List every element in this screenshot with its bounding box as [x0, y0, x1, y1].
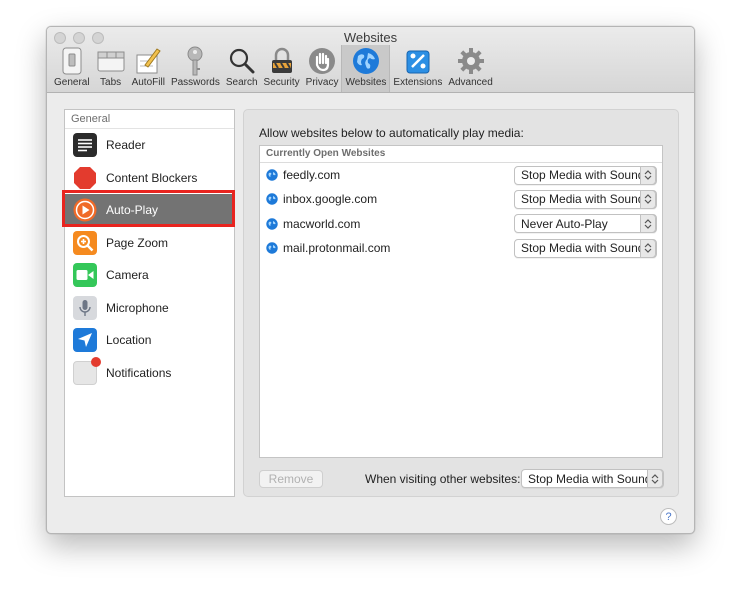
- select-value: Stop Media with Sound: [521, 241, 645, 256]
- site-name: mail.protonmail.com: [283, 241, 391, 256]
- select-value: Stop Media with Sound: [521, 168, 645, 183]
- tabs-icon: [96, 46, 126, 76]
- tab-advanced[interactable]: Advanced: [445, 45, 495, 92]
- camera-icon: [73, 263, 97, 288]
- magnifier-icon: [227, 46, 257, 76]
- table-row[interactable]: feedly.com Stop Media with Sound: [260, 163, 662, 187]
- table-header: Currently Open Websites: [260, 146, 662, 163]
- sidebar-item-label: Content Blockers: [106, 170, 198, 185]
- sidebar-item-notifications[interactable]: Notifications: [65, 356, 234, 390]
- other-websites-select[interactable]: Stop Media with Sound: [521, 469, 664, 488]
- updown-chevron-icon: [640, 165, 656, 185]
- gear-icon: [456, 46, 486, 76]
- play-icon: [73, 198, 97, 222]
- reader-icon: [73, 133, 97, 158]
- zoom-icon: [73, 230, 97, 255]
- select-value: Stop Media with Sound: [528, 471, 652, 486]
- websites-table: Currently Open Websites feedly.com Stop …: [259, 145, 663, 458]
- sidebar-item-label: Page Zoom: [106, 235, 169, 250]
- updown-chevron-icon: [640, 189, 656, 209]
- tab-websites-label: Websites: [345, 77, 387, 88]
- tab-extensions-label: Extensions: [393, 77, 443, 88]
- sidebar-item-label: Camera: [106, 268, 149, 283]
- tab-passwords-label: Passwords: [170, 77, 220, 88]
- globe-icon: [266, 218, 278, 230]
- globe-icon: [266, 169, 278, 181]
- microphone-icon: [73, 295, 97, 320]
- tab-extensions[interactable]: Extensions: [390, 45, 445, 92]
- site-name: macworld.com: [283, 216, 361, 231]
- sidebar-item-location[interactable]: Location: [65, 324, 234, 357]
- title-bar: Websites General Tabs AutoFill Passwords…: [47, 27, 694, 93]
- auto-play-settings-panel: Allow websites below to automatically pl…: [243, 109, 679, 497]
- sidebar-item-auto-play[interactable]: Auto-Play: [65, 194, 234, 227]
- globe-icon: [266, 193, 278, 206]
- updown-chevron-icon: [640, 214, 656, 234]
- panel-description: Allow websites below to automatically pl…: [259, 126, 524, 140]
- site-name: inbox.google.com: [283, 192, 378, 207]
- globe-icon: [351, 46, 381, 76]
- site-autoplay-select[interactable]: Stop Media with Sound: [514, 238, 657, 258]
- notification-icon: [73, 356, 101, 385]
- padlock-icon: [267, 46, 297, 76]
- tab-search[interactable]: Search: [223, 45, 261, 92]
- sidebar-item-content-blockers[interactable]: Content Blockers: [65, 162, 234, 195]
- pencil-form-icon: [133, 46, 163, 76]
- tab-tabs[interactable]: Tabs: [93, 45, 129, 92]
- safari-preferences-window: Websites General Tabs AutoFill Passwords…: [46, 26, 695, 534]
- help-button[interactable]: ?: [660, 508, 677, 525]
- tab-security[interactable]: Security: [261, 45, 303, 92]
- sidebar-item-label: Auto-Play: [106, 203, 159, 218]
- updown-chevron-icon: [640, 238, 656, 258]
- location-arrow-icon: [73, 328, 97, 353]
- updown-chevron-icon: [647, 469, 663, 488]
- preferences-toolbar: General Tabs AutoFill Passwords Search S…: [51, 45, 496, 92]
- tab-privacy[interactable]: Privacy: [303, 45, 342, 92]
- globe-icon: [266, 242, 278, 254]
- tab-search-label: Search: [225, 77, 258, 88]
- sidebar-heading: General: [65, 110, 234, 129]
- puzzle-icon: [403, 46, 433, 76]
- sidebar-item-camera[interactable]: Camera: [65, 259, 234, 292]
- site-autoplay-select[interactable]: Never Auto-Play: [514, 214, 657, 234]
- tab-autofill[interactable]: AutoFill: [129, 45, 168, 92]
- sidebar-item-page-zoom[interactable]: Page Zoom: [65, 227, 234, 260]
- site-name: feedly.com: [283, 168, 341, 183]
- sidebar-item-label: Location: [106, 333, 152, 348]
- tab-advanced-label: Advanced: [448, 77, 493, 88]
- sidebar-item-label: Microphone: [106, 300, 169, 315]
- select-value: Stop Media with Sound: [521, 192, 645, 207]
- general-switch-icon: [57, 46, 87, 76]
- tab-general[interactable]: General: [51, 45, 93, 92]
- sidebar-item-label: Notifications: [106, 365, 172, 380]
- stop-sign-icon: [73, 166, 97, 190]
- sidebar-item-microphone[interactable]: Microphone: [65, 292, 234, 325]
- tab-websites[interactable]: Websites: [341, 45, 391, 92]
- tab-autofill-label: AutoFill: [131, 77, 165, 88]
- table-row[interactable]: inbox.google.com Stop Media with Sound: [260, 187, 662, 211]
- hand-icon: [307, 46, 337, 76]
- notification-badge-icon: [91, 356, 101, 367]
- table-row[interactable]: macworld.com Never Auto-Play: [260, 212, 662, 236]
- tab-security-label: Security: [263, 77, 300, 88]
- key-icon: [180, 46, 210, 76]
- other-websites-label: When visiting other websites:: [365, 472, 521, 486]
- tab-general-label: General: [54, 77, 90, 88]
- site-autoplay-select[interactable]: Stop Media with Sound: [514, 189, 657, 209]
- tab-tabs-label: Tabs: [100, 77, 122, 88]
- remove-button[interactable]: Remove: [259, 470, 323, 488]
- table-row[interactable]: mail.protonmail.com Stop Media with Soun…: [260, 236, 662, 260]
- site-autoplay-select[interactable]: Stop Media with Sound: [514, 165, 657, 185]
- websites-pane: General Reader Content Blockers Auto-Pla…: [47, 94, 694, 533]
- tab-privacy-label: Privacy: [305, 77, 339, 88]
- sidebar-item-label: Reader: [106, 138, 146, 153]
- window-title: Websites: [343, 30, 398, 45]
- select-value: Never Auto-Play: [521, 216, 608, 231]
- sidebar-item-reader[interactable]: Reader: [65, 129, 234, 162]
- tab-passwords[interactable]: Passwords: [168, 45, 223, 92]
- sidebar: General Reader Content Blockers Auto-Pla…: [64, 109, 235, 497]
